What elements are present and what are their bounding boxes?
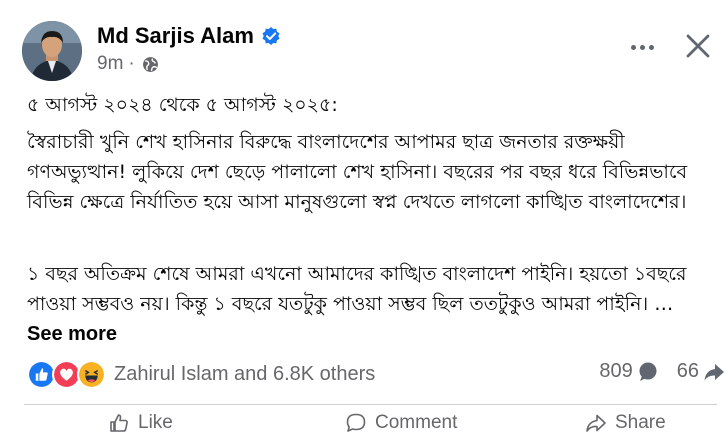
verified-badge-icon [262,27,280,45]
post-paragraph-1: স্বৈরাচারী খুনি শেখ হাসিনার বিরুদ্ধে বাং… [27,131,688,213]
post-meta: 9m · [97,53,159,75]
comment-button[interactable]: Comment [345,412,457,434]
see-more-link[interactable]: See more [27,323,117,345]
globe-icon[interactable] [142,56,159,73]
comment-count-value: 809 [599,360,633,382]
like-label: Like [138,412,173,433]
action-bar: Like Comment Share [0,412,725,442]
thumbs-up-icon [110,414,128,432]
comment-bubble-icon [639,362,657,381]
avatar[interactable] [22,21,82,81]
reactions-summary[interactable]: Zahirul Islam and 6.8K others [27,360,375,389]
post-stats: 809 66 [599,360,725,383]
author-row: Md Sarjis Alam [97,23,281,49]
haha-icon [77,360,106,389]
reaction-icons [27,360,106,389]
post-heading: ৫ আগস্ট ২০২৪ থেকে ৫ আগস্ট ২০২৫: [27,94,338,116]
comment-label: Comment [375,412,458,433]
share-label: Share [615,412,666,433]
reaction-names[interactable]: Zahirul Islam and 6.8K others [114,363,375,386]
share-icon [586,414,606,432]
post-card: Md Sarjis Alam 9m · ৫ আগস্ট ২০২৪ থেকে ৫ … [0,0,725,433]
share-count-value: 66 [676,360,699,382]
comment-icon [346,413,366,432]
share-arrow-icon [704,363,724,380]
author-name[interactable]: Md Sarjis Alam [97,23,254,49]
post-paragraph-2-text: ১ বছর অতিক্রম শেষে আমরা এখনো আমাদের কাঙ্… [27,263,687,315]
more-options-icon[interactable] [620,29,664,65]
meta-separator: · [128,53,135,74]
divider [24,404,717,405]
comment-count[interactable]: 809 [599,360,658,383]
like-button[interactable]: Like [108,412,173,434]
avatar-photo [22,21,82,81]
share-count[interactable]: 66 [677,360,725,383]
close-icon[interactable] [680,28,716,64]
post-timestamp[interactable]: 9m [97,53,123,75]
share-button[interactable]: Share [585,412,666,434]
ellipsis: … [648,293,674,315]
post-paragraph-2: ১ বছর অতিক্রম শেষে আমরা এখনো আমাদের কাঙ্… [27,259,711,349]
